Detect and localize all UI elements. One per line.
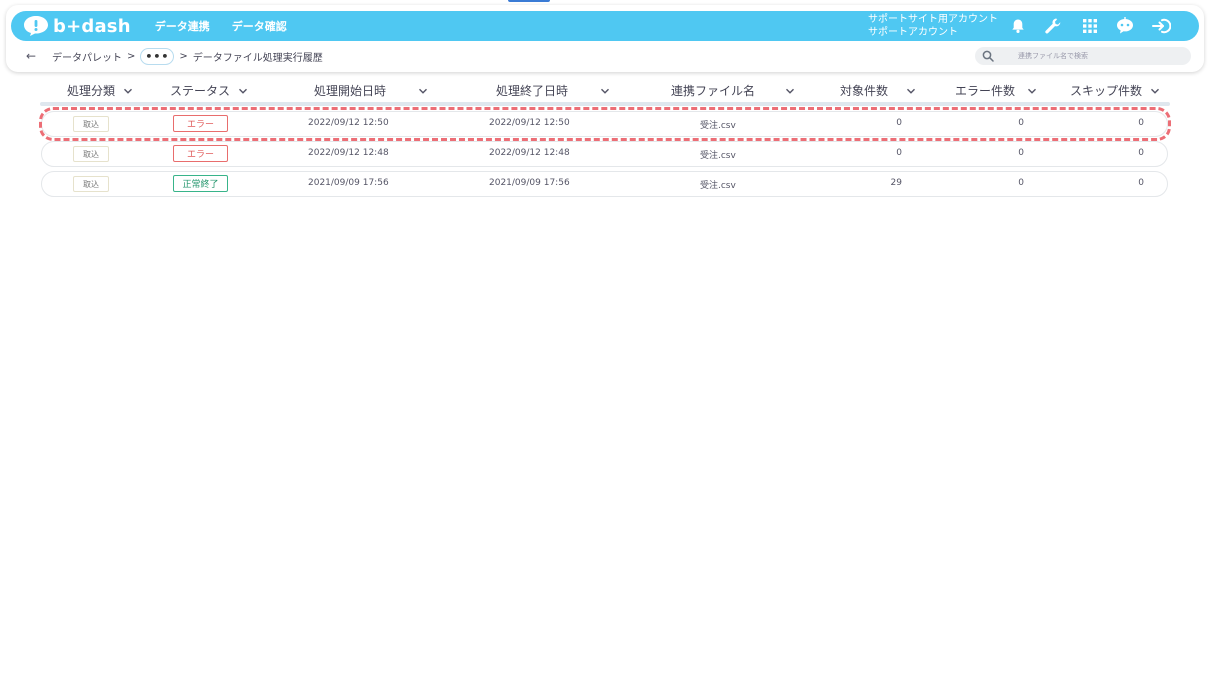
grid-icon[interactable]	[1080, 16, 1100, 36]
logout-icon[interactable]	[1151, 16, 1171, 36]
file-name: 受注.csv	[700, 151, 736, 161]
chevron-down-icon	[907, 88, 916, 94]
breadcrumb-data-palette[interactable]: データパレット	[52, 49, 122, 64]
table-header-divider	[40, 102, 1170, 106]
column-header-end-time[interactable]: 処理終了日時	[496, 82, 610, 99]
skip-count: 0	[1138, 118, 1144, 128]
error-count: 0	[1018, 148, 1024, 158]
logo[interactable]: b+dash	[23, 15, 131, 37]
nav-data-integration[interactable]: データ連携	[155, 18, 210, 34]
chevron-down-icon	[419, 88, 428, 94]
start-time: 2022/09/12 12:50	[308, 118, 389, 128]
table-row[interactable]: 取込 正常終了 2021/09/09 17:56 2021/09/09 17:5…	[41, 171, 1168, 197]
column-label: 処理分類	[67, 84, 116, 98]
column-header-start-time[interactable]: 処理開始日時	[314, 82, 428, 99]
back-arrow-icon[interactable]: ←	[26, 49, 44, 63]
logo-bubble-icon	[24, 16, 48, 36]
breadcrumb-current: データファイル処理実行履歴	[192, 52, 323, 64]
table-row[interactable]: 取込 エラー 2022/09/12 12:50 2022/09/12 12:50…	[41, 111, 1168, 137]
chevron-down-icon	[1151, 88, 1160, 94]
end-time: 2021/09/09 17:56	[489, 178, 570, 188]
table-header: 処理分類 ステータス 処理開始日時 処理終了日時 連携ファイル名 対象件数 エラ…	[40, 78, 1170, 104]
target-count: 0	[896, 148, 902, 158]
column-label: ステータス	[170, 84, 231, 98]
target-count: 29	[890, 178, 902, 188]
search-icon	[982, 50, 994, 62]
column-label: エラー件数	[955, 84, 1016, 98]
chevron-down-icon	[601, 88, 610, 94]
error-count: 0	[1018, 178, 1024, 188]
bell-icon[interactable]	[1008, 16, 1028, 36]
search-input[interactable]	[1018, 52, 1178, 60]
category-tag: 取込	[73, 146, 109, 162]
status-badge: 正常終了	[173, 175, 228, 192]
column-header-category[interactable]: 処理分類	[67, 82, 133, 99]
status-badge: エラー	[173, 145, 228, 162]
logo-text: b+dash	[53, 15, 131, 37]
nav-data-check[interactable]: データ確認	[232, 18, 287, 34]
column-header-status[interactable]: ステータス	[170, 82, 248, 99]
chevron-down-icon	[124, 88, 133, 94]
error-count: 0	[1018, 118, 1024, 128]
breadcrumb: ← データパレット > ••• > データファイル処理実行履歴	[26, 46, 323, 66]
top-tab-indicator	[508, 0, 550, 2]
account-user: サポートアカウント	[868, 27, 958, 38]
breadcrumb-separator: >	[179, 50, 188, 62]
chevron-down-icon	[1028, 88, 1037, 94]
wrench-icon[interactable]	[1043, 16, 1063, 36]
end-time: 2022/09/12 12:50	[489, 118, 570, 128]
chevron-down-icon	[786, 88, 795, 94]
chat-bot-icon[interactable]	[1115, 16, 1135, 36]
status-badge: エラー	[173, 115, 228, 132]
account-name: サポートサイト用アカウント	[868, 14, 998, 25]
column-label: 連携ファイル名	[671, 84, 756, 98]
start-time: 2021/09/09 17:56	[308, 178, 389, 188]
chevron-down-icon	[239, 88, 248, 94]
end-time: 2022/09/12 12:48	[489, 148, 570, 158]
column-header-skip-count[interactable]: スキップ件数	[1070, 82, 1160, 99]
column-label: 処理開始日時	[314, 84, 387, 98]
category-tag: 取込	[73, 176, 109, 192]
column-label: 対象件数	[840, 84, 889, 98]
table-row[interactable]: 取込 エラー 2022/09/12 12:48 2022/09/12 12:48…	[41, 141, 1168, 167]
column-header-target-count[interactable]: 対象件数	[840, 82, 916, 99]
category-tag: 取込	[73, 116, 109, 132]
breadcrumb-more-button[interactable]: •••	[140, 47, 175, 65]
target-count: 0	[896, 118, 902, 128]
column-header-file-name[interactable]: 連携ファイル名	[671, 82, 795, 99]
skip-count: 0	[1138, 178, 1144, 188]
column-header-error-count[interactable]: エラー件数	[955, 82, 1037, 99]
start-time: 2022/09/12 12:48	[308, 148, 389, 158]
file-name: 受注.csv	[700, 121, 736, 131]
account-info[interactable]: サポートサイト用アカウント サポートアカウント	[868, 13, 998, 39]
column-label: 処理終了日時	[496, 84, 569, 98]
top-navigation-bar: b+dash データ連携 データ確認 サポートサイト用アカウント サポートアカウ…	[11, 11, 1199, 41]
skip-count: 0	[1138, 148, 1144, 158]
file-name: 受注.csv	[700, 181, 736, 191]
search-box	[975, 47, 1191, 65]
column-label: スキップ件数	[1070, 84, 1143, 98]
breadcrumb-separator: >	[127, 50, 136, 62]
